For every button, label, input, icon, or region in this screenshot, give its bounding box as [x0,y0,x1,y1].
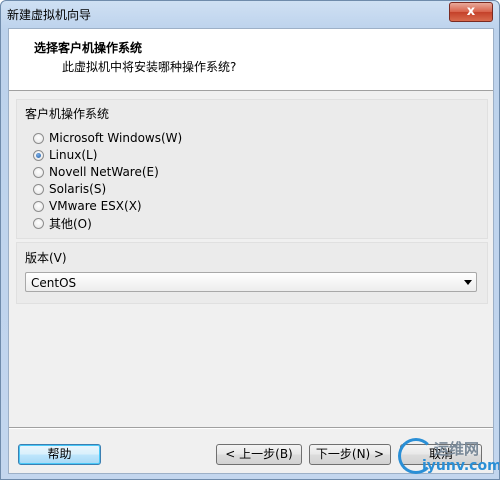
next-button[interactable]: 下一步(N) > [309,444,391,465]
version-select-value: CentOS [31,276,77,290]
version-label: 版本(V) [25,251,67,265]
radio-button[interactable] [33,200,44,212]
chevron-down-icon[interactable] [464,280,472,285]
guest-os-group: 客户机操作系统 Microsoft Windows(W) Linux(L) No… [16,99,488,239]
radio-button[interactable] [33,217,44,229]
radio-label: Microsoft Windows(W) [49,131,183,145]
wizard-header: 选择客户机操作系统 此虚拟机中将安装哪种操作系统? [9,29,493,91]
wizard-window: 新建虚拟机向导 x 选择客户机操作系统 此虚拟机中将安装哪种操作系统? 客户机操… [0,0,500,480]
radio-button[interactable] [33,132,44,144]
radio-label: 其他(O) [49,216,92,231]
radio-button[interactable] [33,149,44,161]
radio-other[interactable]: 其他(O) [33,215,92,231]
version-select[interactable]: CentOS [25,272,477,292]
help-button[interactable]: 帮助 [18,444,101,465]
guest-os-group-label: 客户机操作系统 [25,107,110,121]
site-watermark: 运维网 iyunv.com [394,436,500,479]
bottom-separator [9,427,493,429]
radio-solaris[interactable]: Solaris(S) [33,181,106,197]
radio-linux[interactable]: Linux(L) [33,147,97,163]
back-button[interactable]: < 上一步(B) [216,444,302,465]
window-title: 新建虚拟机向导 [7,8,92,22]
radio-novell-netware[interactable]: Novell NetWare(E) [33,164,159,180]
radio-microsoft-windows[interactable]: Microsoft Windows(W) [33,130,182,146]
close-icon: x [466,4,476,19]
radio-button[interactable] [33,183,44,195]
wizard-client-area: 选择客户机操作系统 此虚拟机中将安装哪种操作系统? 客户机操作系统 Micros… [8,28,494,474]
radio-label: Linux(L) [49,148,98,162]
page-subtitle: 此虚拟机中将安装哪种操作系统? [62,60,237,74]
radio-vmware-esx[interactable]: VMware ESX(X) [33,198,142,214]
radio-label: VMware ESX(X) [49,199,142,213]
watermark-cn-text: 运维网 [434,440,480,458]
radio-label: Novell NetWare(E) [49,165,159,179]
radio-button[interactable] [33,166,44,178]
close-button[interactable]: x [449,2,493,22]
radio-label: Solaris(S) [49,182,107,196]
watermark-url: iyunv.com [422,458,500,474]
title-bar[interactable]: 新建虚拟机向导 x [1,1,499,27]
page-title: 选择客户机操作系统 [34,41,143,55]
